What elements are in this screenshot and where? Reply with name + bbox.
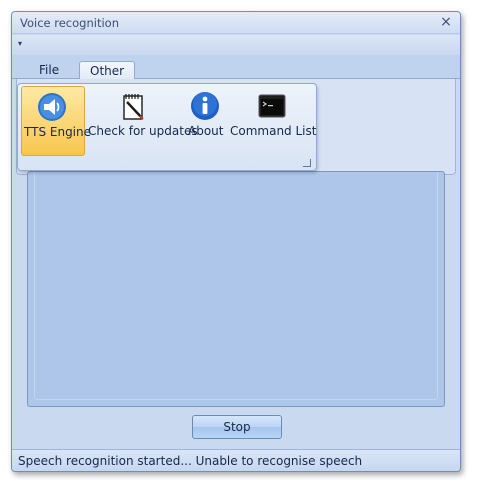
tab-other[interactable]: Other — [79, 61, 136, 80]
window-title: Voice recognition — [20, 16, 119, 30]
ribbon-group-other: TTS Engine Check for updates About Comma… — [17, 83, 317, 171]
group-launcher-icon[interactable] — [303, 159, 311, 167]
status-text: Speech recognition started... Unable to … — [18, 454, 363, 468]
ribbon-tab-strip: File Other — [12, 55, 460, 80]
status-bar: Speech recognition started... Unable to … — [12, 449, 460, 471]
stop-button[interactable]: Stop — [192, 415, 282, 439]
terminal-icon — [258, 94, 286, 118]
recognition-output-area[interactable] — [27, 171, 445, 407]
tab-file[interactable]: File — [29, 61, 69, 80]
quick-access-toolbar: ▾ — [12, 35, 460, 55]
title-bar[interactable]: Voice recognition × — [12, 12, 460, 34]
check-for-updates-button[interactable]: Check for updates — [86, 86, 198, 156]
tts-engine-label: TTS Engine — [24, 125, 92, 139]
close-icon[interactable]: × — [438, 14, 454, 30]
about-label: About — [188, 124, 224, 138]
command-list-label: Command List — [230, 124, 317, 138]
quick-access-dropdown-icon[interactable]: ▾ — [18, 38, 30, 50]
tts-engine-button[interactable]: TTS Engine — [21, 86, 91, 156]
command-list-button[interactable]: Command List — [228, 86, 316, 156]
info-icon — [191, 92, 219, 120]
speaker-icon — [38, 93, 66, 121]
notepad-pencil-icon — [123, 94, 144, 120]
output-inner-frame — [34, 172, 438, 400]
about-button[interactable]: About — [185, 86, 225, 156]
check-for-updates-label: Check for updates — [88, 124, 198, 138]
voice-recognition-window: Voice recognition × ▾ File Other TTS Eng… — [11, 11, 461, 472]
